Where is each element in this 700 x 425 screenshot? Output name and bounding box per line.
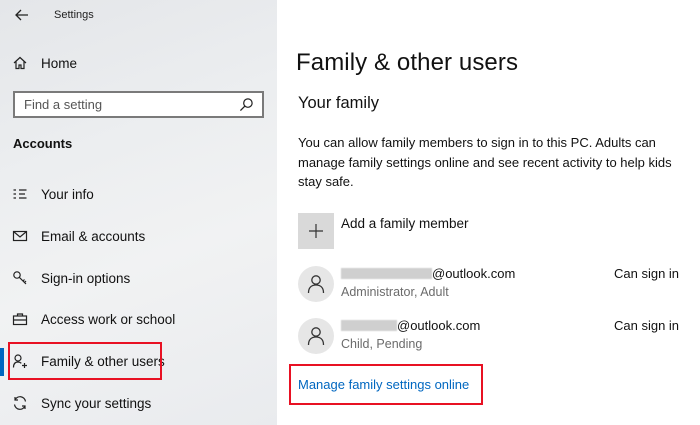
sidebar: Settings Home Accounts Your info Email &… <box>0 0 277 425</box>
family-member-row[interactable]: @outlook.com Administrator, Adult Can si… <box>298 266 698 306</box>
redacted-username <box>341 268 432 279</box>
member-role: Child, Pending <box>341 337 423 351</box>
redacted-username <box>341 320 397 331</box>
sidebar-item-sign-in-options[interactable]: Sign-in options <box>0 258 277 298</box>
email-domain: @outlook.com <box>397 318 481 333</box>
member-status: Can sign in <box>614 318 680 333</box>
mail-icon <box>12 230 28 242</box>
back-arrow-icon <box>15 9 28 21</box>
plus-icon <box>309 224 323 238</box>
sidebar-item-email-accounts[interactable]: Email & accounts <box>0 216 277 256</box>
manage-family-settings-link[interactable]: Manage family settings online <box>298 377 469 392</box>
search-icon[interactable] <box>239 97 254 112</box>
search-box <box>13 91 264 118</box>
family-member-row[interactable]: @outlook.com Child, Pending Can sign in <box>298 318 698 358</box>
member-email: @outlook.com <box>341 266 515 281</box>
sync-icon <box>13 396 27 410</box>
back-button[interactable] <box>12 5 32 25</box>
home-icon <box>13 56 27 70</box>
add-family-member-button[interactable]: Add a family member <box>298 213 678 249</box>
sidebar-item-label: Your info <box>41 186 94 202</box>
sidebar-item-label: Sync your settings <box>41 395 152 411</box>
person-add-icon <box>12 354 27 368</box>
member-email: @outlook.com <box>341 318 480 333</box>
person-icon <box>307 275 325 294</box>
key-icon <box>13 271 27 285</box>
title-bar: Settings <box>0 0 277 30</box>
briefcase-icon <box>12 313 28 326</box>
sidebar-item-family-other-users[interactable]: Family & other users <box>0 341 277 381</box>
person-card-icon <box>13 189 27 199</box>
member-role: Administrator, Adult <box>341 285 449 299</box>
sidebar-item-label: Sign-in options <box>41 270 131 286</box>
section-title: Your family <box>298 94 380 112</box>
sidebar-item-label: Family & other users <box>41 353 165 369</box>
sidebar-item-sync-settings[interactable]: Sync your settings <box>0 383 277 423</box>
add-family-member-label: Add a family member <box>341 216 469 231</box>
window-title: Settings <box>54 9 94 21</box>
avatar <box>298 318 334 354</box>
search-input[interactable] <box>15 93 225 116</box>
person-icon <box>307 327 325 346</box>
main-content: Family & other users Your family You can… <box>277 0 700 425</box>
sidebar-item-label: Access work or school <box>41 311 176 327</box>
sidebar-item-your-info[interactable]: Your info <box>0 174 277 214</box>
sidebar-item-label: Email & accounts <box>41 228 146 244</box>
avatar <box>298 266 334 302</box>
sidebar-item-access-work-school[interactable]: Access work or school <box>0 299 277 339</box>
family-description: You can allow family members to sign in … <box>298 135 672 189</box>
add-tile <box>298 213 334 249</box>
sidebar-item-label: Home <box>41 55 78 71</box>
page-title: Family & other users <box>296 49 519 76</box>
email-domain: @outlook.com <box>432 266 516 281</box>
member-status: Can sign in <box>614 266 680 281</box>
sidebar-item-home[interactable]: Home <box>0 43 277 83</box>
section-heading: Accounts <box>13 136 73 151</box>
